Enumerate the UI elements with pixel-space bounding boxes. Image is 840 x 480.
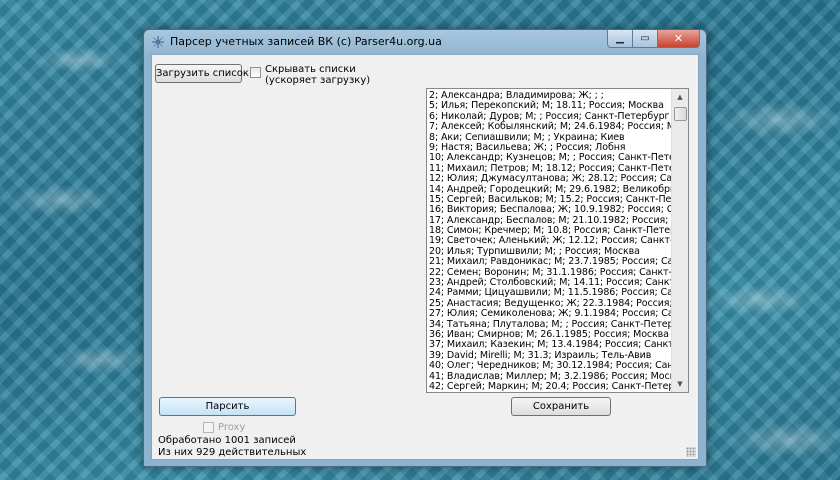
records-list: 2; Александра; Владимирова; Ж; ; ; 5; Иль… <box>429 91 673 392</box>
title-bar[interactable]: Парсер учетных записей ВК (c) Parser4u.o… <box>144 30 706 54</box>
status-area: Обработано 1001 записей Из них 929 дейст… <box>152 433 698 459</box>
list-item[interactable]: 12; Юлия; Джумасултанова; Ж; 28.12; Росс… <box>429 173 673 184</box>
scroll-up-icon[interactable]: ▲ <box>672 89 688 105</box>
records-listbox[interactable]: 2; Александра; Владимирова; Ж; ; ; 5; Иль… <box>426 88 689 393</box>
valid-count-text: Из них 929 действительных <box>158 447 307 458</box>
client-area: Загрузить список Скрывать списки (ускоря… <box>151 54 699 460</box>
hide-lists-checkbox[interactable] <box>250 67 261 78</box>
hide-lists-label: Скрывать списки <box>265 64 356 75</box>
close-button[interactable]: ✕ <box>658 30 700 48</box>
list-scrollbar[interactable]: ▲ ▼ <box>671 89 688 392</box>
app-icon <box>152 36 164 48</box>
scroll-thumb[interactable] <box>674 107 687 121</box>
scroll-down-icon[interactable]: ▼ <box>672 376 688 392</box>
close-icon: ✕ <box>673 32 684 45</box>
proxy-checkbox[interactable] <box>203 422 214 433</box>
processed-count-text: Обработано 1001 записей <box>158 435 296 446</box>
maximize-button[interactable]: ▭ <box>633 30 658 48</box>
desktop: { "window": { "title": "Парсер учетных з… <box>0 0 840 480</box>
proxy-label: Proxy <box>218 422 246 433</box>
minimize-icon: ▁ <box>616 33 624 44</box>
app-window: Парсер учетных записей ВК (c) Parser4u.o… <box>143 29 707 467</box>
load-list-button[interactable]: Загрузить список <box>155 64 249 83</box>
resize-grip-icon[interactable] <box>686 447 696 457</box>
hide-lists-hint: (ускоряет загрузку) <box>265 75 371 86</box>
window-controls: ▁ ▭ ✕ <box>607 30 700 48</box>
maximize-icon: ▭ <box>640 33 650 44</box>
minimize-button[interactable]: ▁ <box>607 30 633 48</box>
list-item[interactable]: 7; Алексей; Кобылянский; М; 24.6.1984; Р… <box>429 121 673 132</box>
list-item[interactable]: 40; Олег; Чередников; М; 30.12.1984; Рос… <box>429 360 673 371</box>
window-title: Парсер учетных записей ВК (c) Parser4u.o… <box>170 35 442 48</box>
parse-button[interactable]: Парсить <box>159 397 296 416</box>
list-item[interactable]: 42; Сергей; Маркин; М; 20.4; Россия; Сан… <box>429 381 673 392</box>
save-button[interactable]: Сохранить <box>511 397 611 416</box>
